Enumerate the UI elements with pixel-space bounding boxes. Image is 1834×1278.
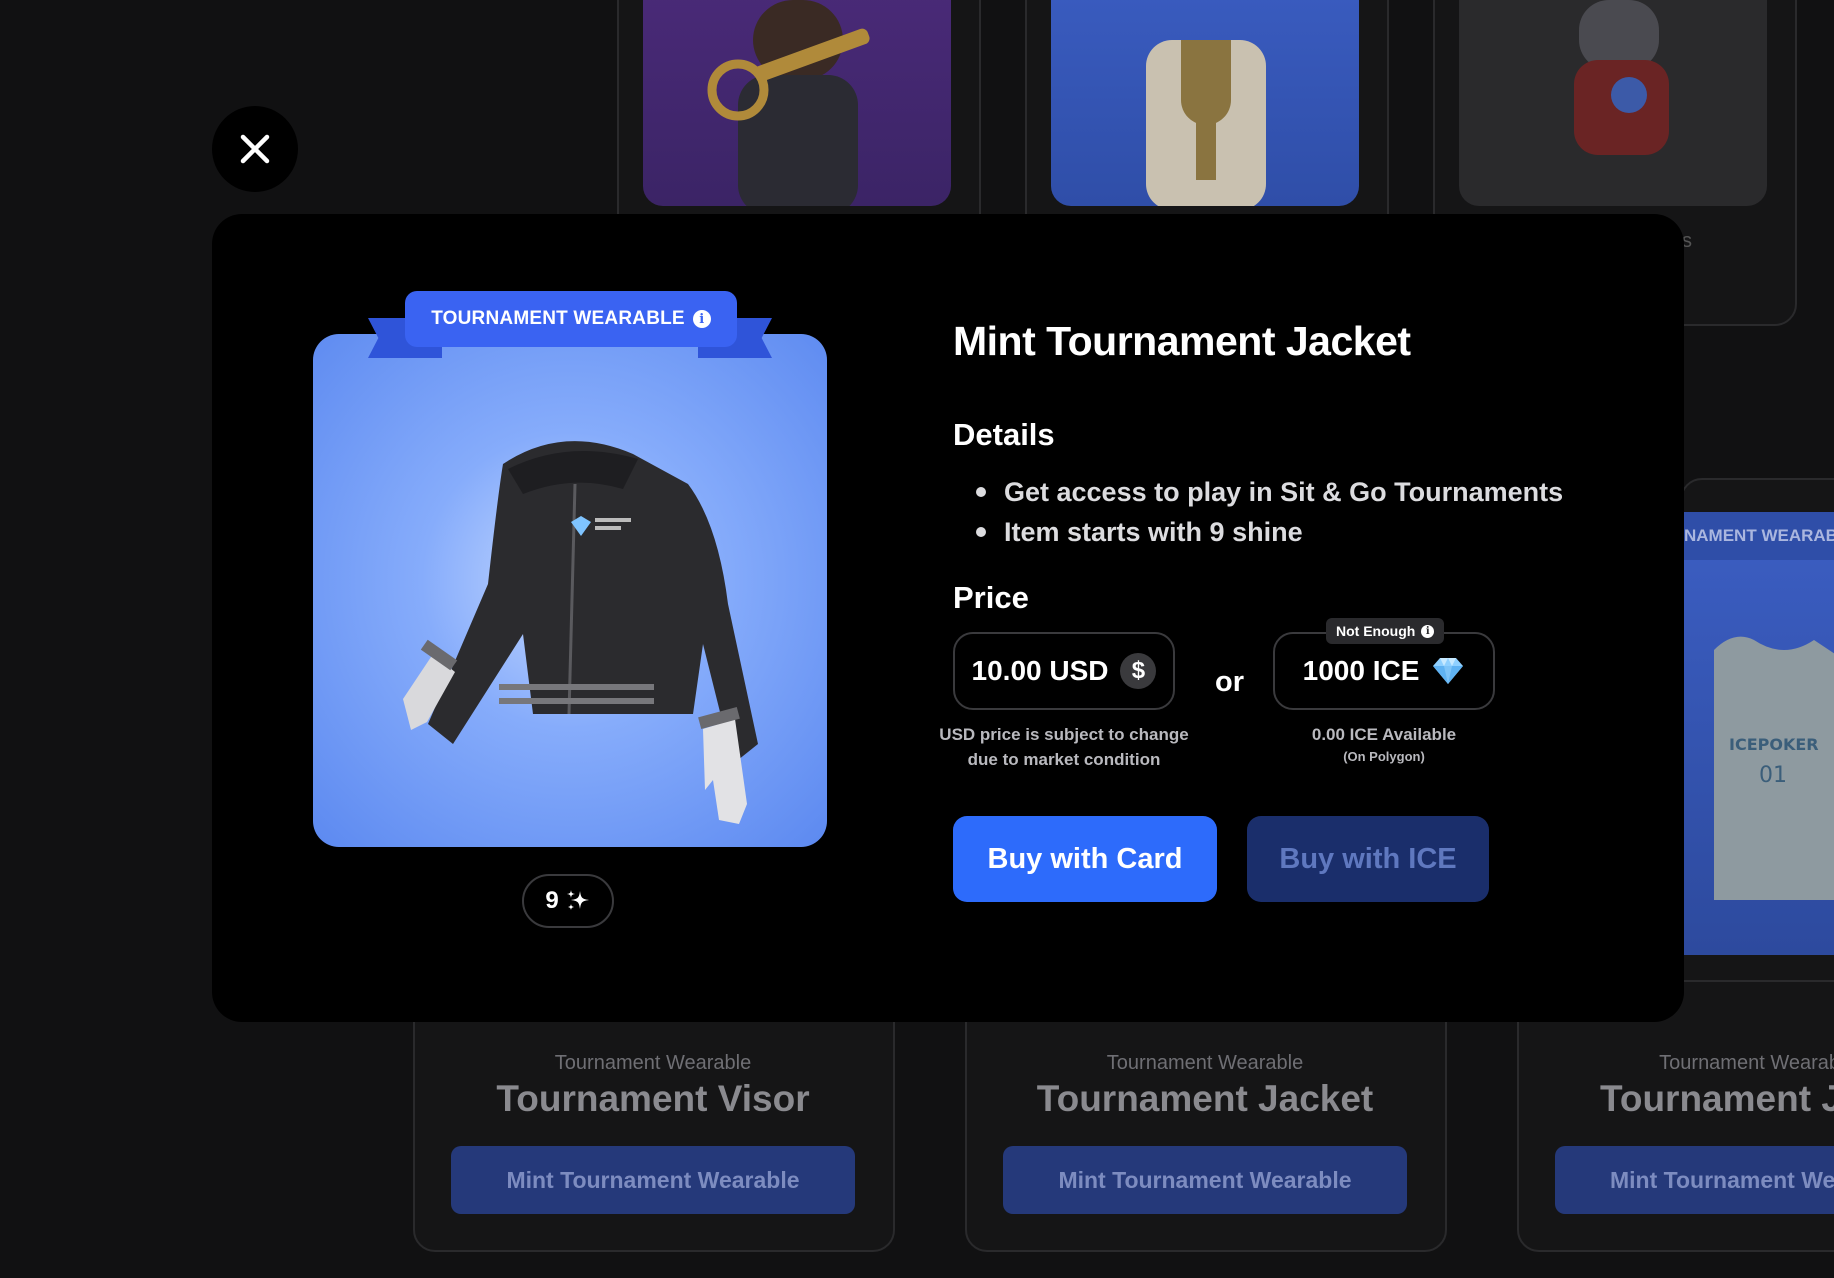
details-list: Get access to play in Sit & Go Tournamen… [976,472,1563,552]
dollar-icon: $ [1120,653,1157,689]
price-heading: Price [953,580,1029,615]
bg-card-2-title: Tournament Jacket [1036,1078,1374,1119]
bg-avatar-trophy-image [1051,0,1359,206]
ice-availability-note: 0.00 ICE Available (On Polygon) [1252,722,1516,767]
details-item: Get access to play in Sit & Go Tournamen… [976,472,1563,512]
tournament-wearable-ribbon: TOURNAMENT WEARABLE i [405,291,737,347]
usd-note-line-2: due to market condition [967,750,1161,769]
jacket-image [403,441,758,824]
not-enough-label: Not Enough [1336,623,1416,639]
diamond-icon [1433,658,1464,684]
item-preview-card [313,334,827,847]
bg-avatar-red-image [1459,0,1767,206]
usd-price-note: USD price is subject to change due to ma… [932,722,1196,772]
buy-with-card-button[interactable]: Buy with Card [953,816,1217,902]
buy-with-ice-button[interactable]: Buy with ICE [1247,816,1489,902]
bg-right-ribbon: NAMENT WEARAB [1684,512,1834,560]
details-item: Item starts with 9 shine [976,512,1563,552]
close-icon [240,134,270,164]
svg-text:ICEPOKER: ICEPOKER [1729,735,1819,754]
svg-text:01: 01 [1759,763,1787,788]
ribbon-label: TOURNAMENT WEARABLE [431,308,685,329]
bg-card-2-mint-button[interactable]: Mint Tournament Wearable [1003,1146,1407,1214]
bg-card-3-subtitle: Tournament Wearab [1659,1052,1834,1074]
bg-card-3-mint-button[interactable]: Mint Tournament We [1555,1146,1834,1214]
close-button[interactable] [212,106,298,192]
shine-count: 9 [545,887,559,914]
bg-avatar-key-image [643,0,951,206]
ice-available: 0.00 ICE Available [1311,725,1457,744]
info-icon[interactable]: i [1421,624,1435,638]
bg-card-1-mint-button[interactable]: Mint Tournament Wearable [451,1146,855,1214]
usd-price-box: 10.00 USD $ [953,632,1175,710]
or-separator: or [1215,666,1244,698]
shine-badge: 9 [522,874,614,928]
not-enough-badge: Not Enough i [1326,618,1445,644]
bg-jersey-image: ICEPOKER 01 [1684,560,1834,955]
info-icon[interactable]: i [692,310,711,328]
usd-note-line-1: USD price is subject to change [939,725,1189,744]
sparkle-icon [566,890,589,910]
usd-price: 10.00 USD [971,655,1109,686]
bg-card-1-subtitle: Tournament Wearable [554,1052,752,1074]
modal-title: Mint Tournament Jacket [953,318,1411,364]
bg-card-1-title: Tournament Visor [496,1078,810,1119]
ice-price: 1000 ICE [1302,655,1420,686]
ice-network: (On Polygon) [1343,749,1425,764]
bg-card-2-subtitle: Tournament Wearable [1106,1052,1304,1074]
mint-modal: TOURNAMENT WEARABLE i 9 Mint Tournament … [212,214,1684,1022]
details-heading: Details [953,417,1055,452]
bg-card-3-title: Tournament Je [1600,1078,1834,1119]
